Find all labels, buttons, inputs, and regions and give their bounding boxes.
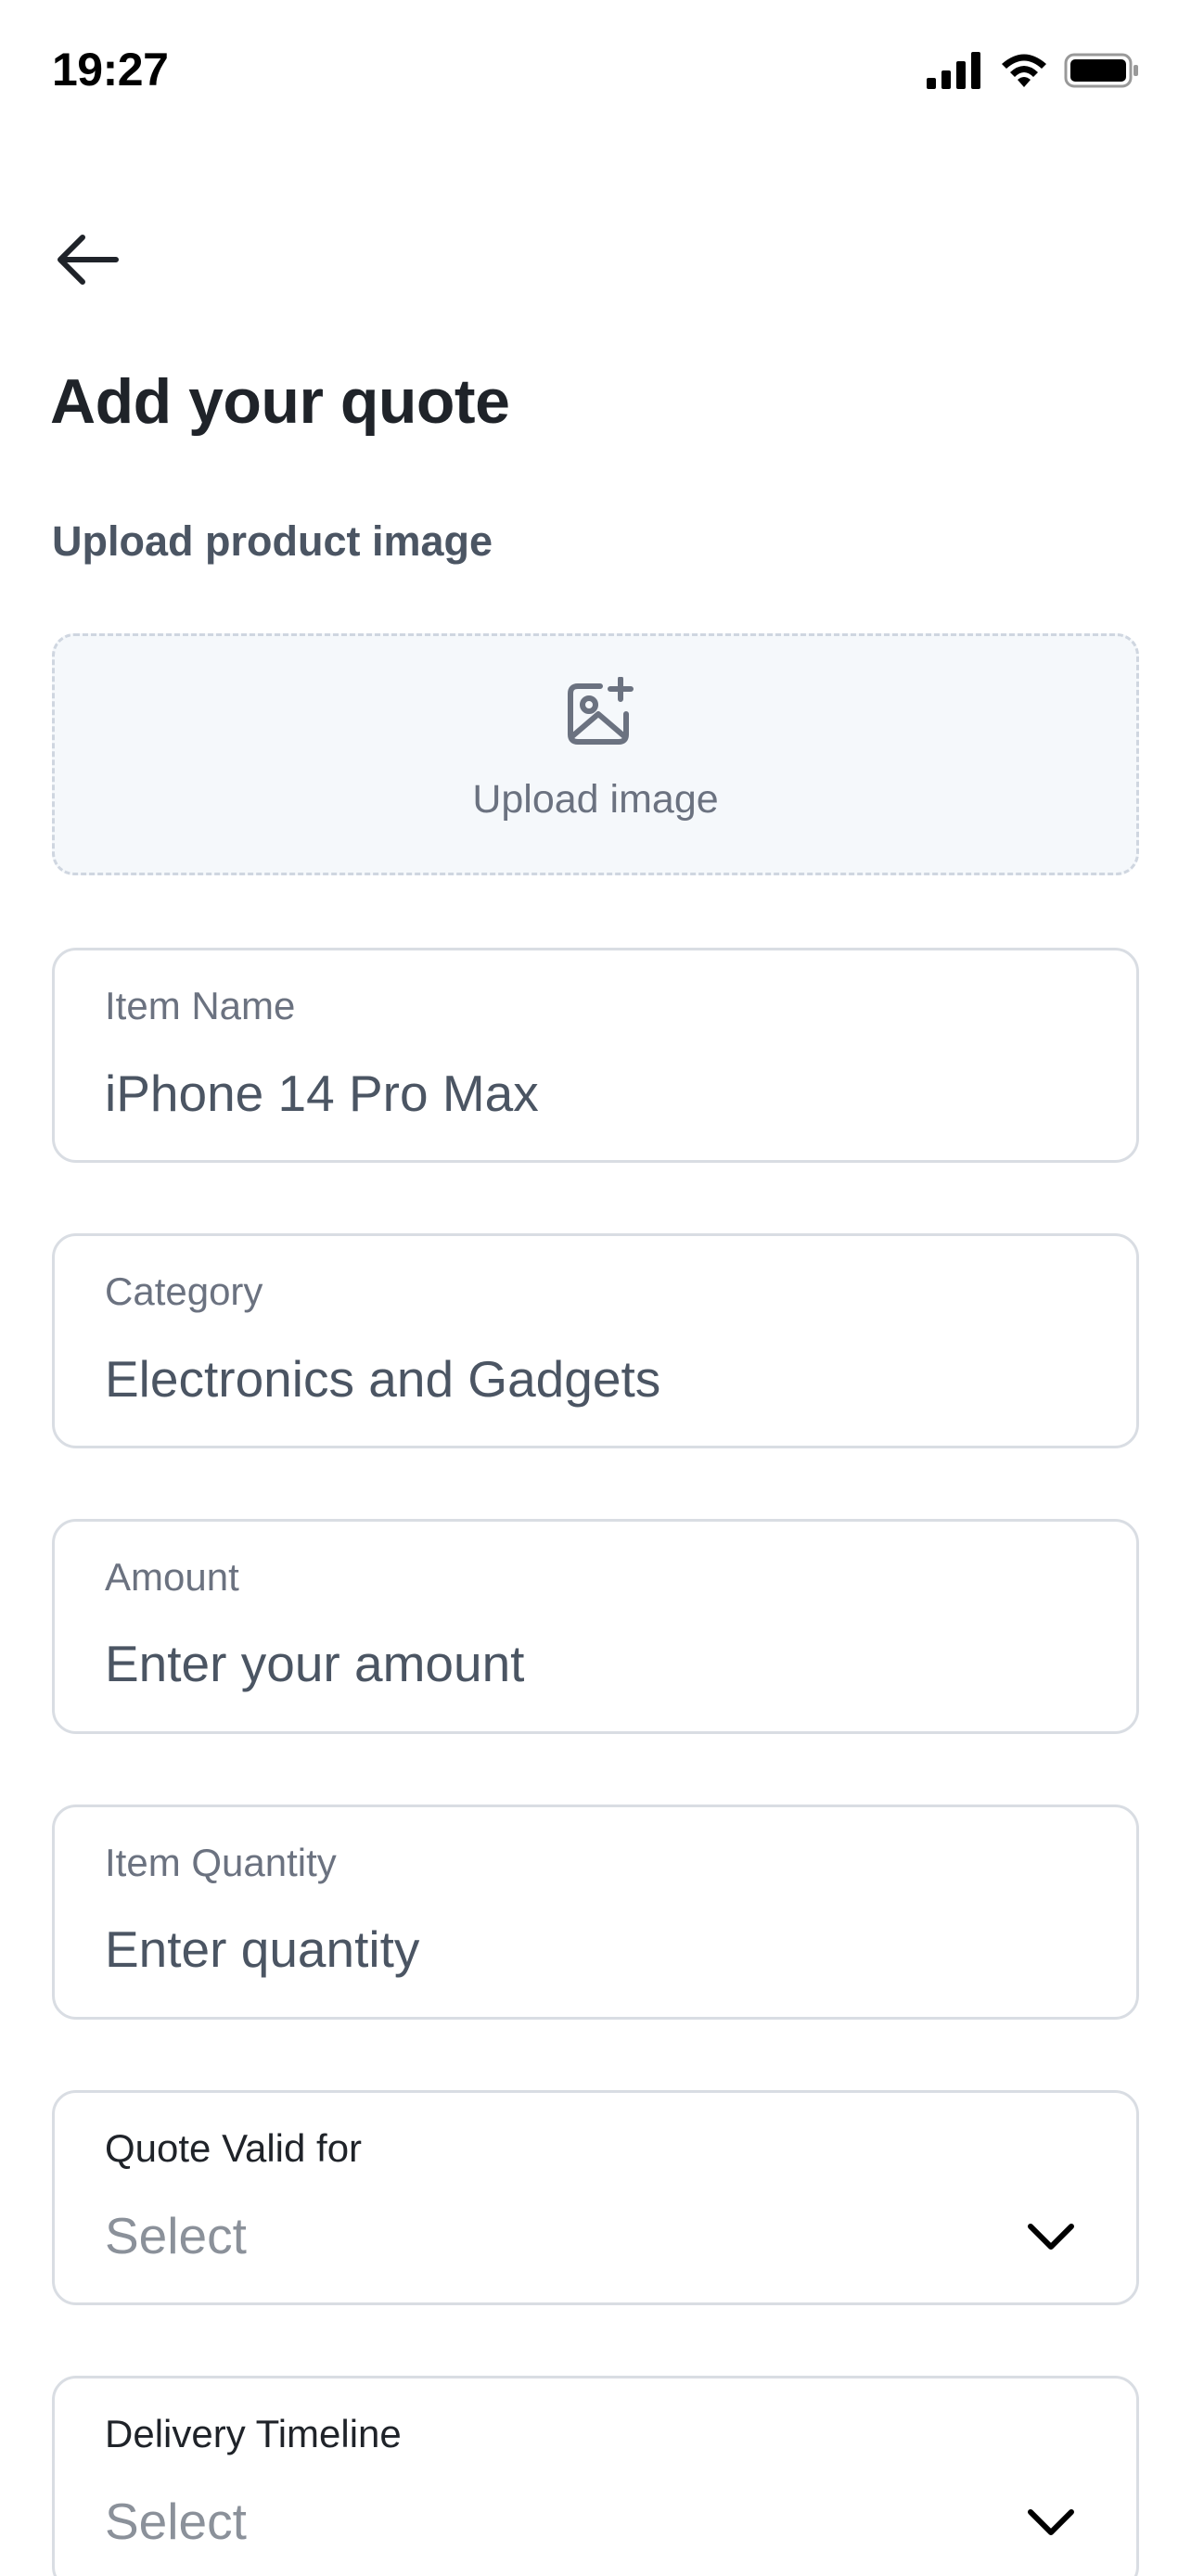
status-icons xyxy=(927,52,1140,89)
wifi-icon xyxy=(1002,54,1046,87)
arrow-left-icon xyxy=(58,235,119,285)
cellular-signal-icon xyxy=(927,52,980,89)
item-quantity-input[interactable] xyxy=(105,1917,1088,1982)
status-time: 19:27 xyxy=(52,44,169,96)
page-title: Add your quote xyxy=(50,366,510,437)
category-field[interactable]: Category Electronics and Gadgets xyxy=(52,1233,1139,1448)
category-value: Electronics and Gadgets xyxy=(105,1350,661,1408)
quote-valid-value: Select xyxy=(105,2207,247,2264)
image-plus-icon xyxy=(568,677,634,745)
item-name-value: iPhone 14 Pro Max xyxy=(105,1065,539,1122)
item-name-label: Item Name xyxy=(105,984,296,1027)
delivery-timeline-select[interactable]: Delivery Timeline Select xyxy=(52,2376,1139,2576)
quote-valid-select[interactable]: Quote Valid for Select xyxy=(52,2090,1139,2305)
upload-image-label: Upload image xyxy=(472,777,719,822)
add-quote-screen: 19:27 Add your quote Upload product imag… xyxy=(0,0,1191,2576)
item-quantity-label: Item Quantity xyxy=(105,1841,337,1884)
amount-input[interactable] xyxy=(105,1631,1088,1696)
delivery-timeline-label: Delivery Timeline xyxy=(105,2412,402,2455)
status-bar: 19:27 xyxy=(0,0,1191,148)
amount-field[interactable]: Amount xyxy=(52,1519,1139,1734)
quote-valid-label: Quote Valid for xyxy=(105,2126,363,2170)
upload-image-button[interactable]: Upload image xyxy=(52,633,1139,875)
upload-section-label: Upload product image xyxy=(52,517,493,565)
item-name-field[interactable]: Item Name iPhone 14 Pro Max xyxy=(52,948,1139,1163)
item-quantity-field[interactable]: Item Quantity xyxy=(52,1804,1139,2020)
category-label: Category xyxy=(105,1269,263,1313)
amount-label: Amount xyxy=(105,1555,239,1599)
battery-icon xyxy=(1064,53,1138,88)
chevron-down-icon xyxy=(1028,2224,1074,2250)
delivery-timeline-value: Select xyxy=(105,2493,247,2550)
back-button[interactable] xyxy=(52,226,122,293)
chevron-down-icon xyxy=(1028,2509,1074,2535)
